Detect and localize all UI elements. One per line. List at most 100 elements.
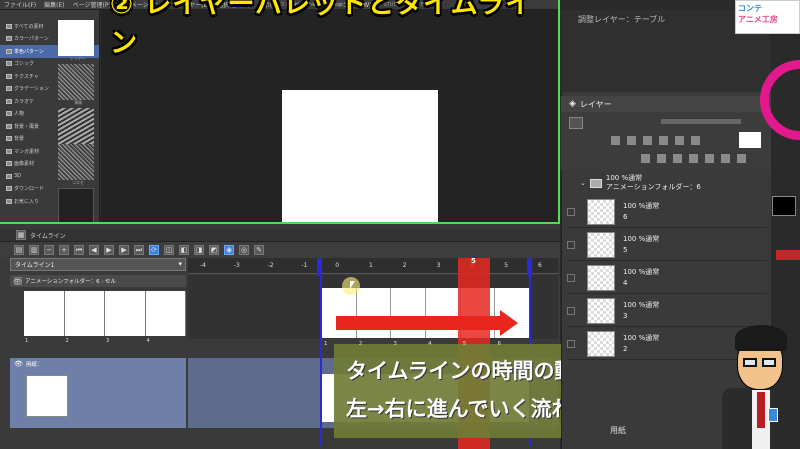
paper-layer-name[interactable]: 用紙 [610,425,626,436]
lock-icon[interactable] [611,136,620,145]
layer-thumbnail [587,232,615,258]
frame-number: 5 [462,341,467,347]
folder-icon [6,111,12,117]
new-cel-icon[interactable]: ◧ [179,245,189,255]
new-folder-icon[interactable]: ◫ [164,245,174,255]
frame-ruler[interactable]: -4-3-2-101234567 [188,258,576,274]
mask-add-icon[interactable] [705,154,714,163]
chevron-down-icon: ▾ [178,260,182,268]
cel-track[interactable] [322,288,531,338]
main-color-swatch[interactable] [772,196,796,216]
drawing-canvas[interactable] [282,90,438,223]
material-tree-label: カラーパターン [14,36,49,43]
eye-icon[interactable] [567,307,575,315]
menu-edit[interactable]: 編集(E) [44,0,64,9]
loop-icon[interactable]: ⟳ [149,245,159,255]
play-icon[interactable]: ▶ [104,245,114,255]
pen-icon[interactable]: ✎ [254,245,264,255]
folder-icon [6,36,12,42]
eye-icon[interactable]: 👁 [13,278,22,286]
frame-number: 2 [358,341,363,347]
start-marker[interactable] [317,258,322,276]
character-hair [735,325,787,351]
zoom-out-icon[interactable]: − [44,245,54,255]
tab-layer[interactable]: レイヤー [580,99,612,110]
panel-tab-top[interactable]: 調整レイヤー：テーブル [578,14,665,25]
layer-mode: 100 %通常 [623,268,660,276]
timeline-toolbar: ▤ ▥ − + ⏮ ◀ ▶ ▶ ⏭ ⟳ ◫ ◧ ◨ ◩ ◉ ◎ ✎ [0,242,560,258]
menu-file[interactable]: ファイル(F) [4,0,36,9]
material-thumb[interactable] [58,64,94,100]
direction-arrow-head [500,310,518,336]
material-thumbnails: レイヤー 薄霧 コスモ コドン [58,20,98,229]
new-timeline-icon[interactable]: ▤ [14,245,24,255]
eye-icon[interactable] [567,208,575,216]
material-thumb-label: 薄霧 [74,100,82,105]
end-marker[interactable] [527,258,532,276]
animation-folder-row[interactable]: ⌄ 100 %通常 アニメーションフォルダー：6 [580,170,770,196]
material-thumb-label: レイヤー [70,56,86,61]
title-banner: ② レイヤーパレットとタイムライン [100,0,560,59]
eye-icon[interactable] [567,241,575,249]
first-frame-icon[interactable]: ⏮ [74,245,84,255]
frame-number: 2 [65,338,69,344]
direction-arrow [336,316,502,330]
cel-spec-icon[interactable]: ◨ [194,245,204,255]
blend-mode-select[interactable] [569,117,583,129]
paper-layer-label: 👁 用紙： [14,360,42,368]
layer-thumbnail [587,298,615,324]
opacity-slider[interactable] [661,119,741,124]
layer-color-swatch[interactable] [739,132,761,148]
eye-icon[interactable] [567,340,575,348]
cursor-icon [350,281,355,289]
timeline-selector[interactable]: タイムライン1 ▾ [10,258,186,271]
ruler-tick: -3 [233,262,240,269]
prev-frame-icon[interactable]: ◀ [89,245,99,255]
timeline-settings-icon[interactable]: ▥ [29,245,39,255]
layer-row[interactable]: 100 %通常 3 [567,296,767,327]
timeline-layer-row[interactable]: アニメーションフォルダー：6 : セル [10,275,186,287]
onion-skin-icon[interactable]: ◉ [224,245,234,255]
merge-icon[interactable] [689,154,698,163]
next-frame-icon[interactable]: ▶ [119,245,129,255]
last-frame-icon[interactable]: ⏭ [134,245,144,255]
ref-layer-icon[interactable] [643,136,652,145]
material-thumb[interactable] [58,108,94,144]
ruler-icon[interactable] [691,136,700,145]
copy-icon[interactable] [721,154,730,163]
clip-icon[interactable] [627,136,636,145]
timeline-selector-value: タイムライン1 [15,262,55,269]
sub-color-swatch[interactable] [776,250,800,260]
camera-icon[interactable]: ◎ [239,245,249,255]
material-tree-label: グラデーション [14,86,49,93]
ruler-tick: 5 [504,262,509,269]
material-thumb[interactable] [58,20,94,56]
draft-icon[interactable] [659,136,668,145]
new-raster-layer-icon[interactable] [641,154,650,163]
timeline-icon: ▦ [16,230,26,240]
material-tree-label: すべての素材 [14,23,44,30]
layer-label: アニメーションフォルダー：6 : セル [25,279,116,285]
trash-icon[interactable] [737,154,746,163]
material-thumb[interactable] [58,188,94,224]
layer-row[interactable]: 100 %通常 5 [567,230,767,261]
delete-cel-icon[interactable]: ◩ [209,245,219,255]
new-folder-icon[interactable] [673,154,682,163]
layer-row[interactable]: 100 %通常 4 [567,263,767,294]
mask-icon[interactable] [675,136,684,145]
tab-timeline[interactable]: タイムライン [30,231,66,240]
zoom-in-icon[interactable]: + [59,245,69,255]
frame-number: 6 [497,341,502,347]
material-thumb[interactable] [58,144,94,180]
eye-icon[interactable]: 👁 [14,360,23,368]
chevron-down-icon[interactable]: ⌄ [580,179,586,187]
layer-row[interactable]: 100 %通常 6 [567,197,767,228]
folder-icon [6,98,12,104]
eye-icon[interactable] [567,274,575,282]
folder-icon [6,73,12,79]
folder-mode: 100 %通常 [605,174,643,182]
frame-number: 1 [324,341,328,347]
layer-properties [561,112,771,170]
logo-line-2: アニメ工房 [738,15,778,24]
new-vector-layer-icon[interactable] [657,154,666,163]
